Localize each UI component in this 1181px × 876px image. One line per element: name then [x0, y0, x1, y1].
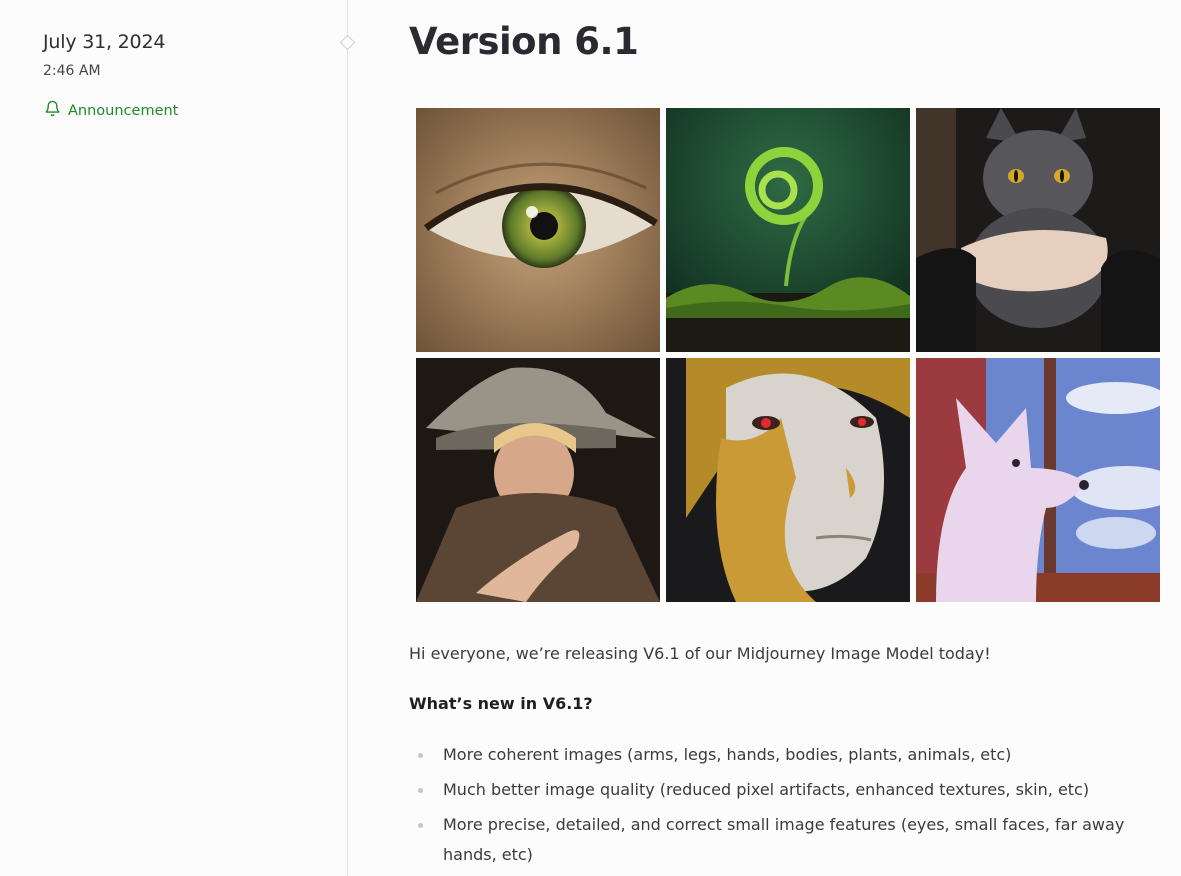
image-grid	[416, 108, 1160, 603]
list-item: More coherent images (arms, legs, hands,…	[409, 740, 1169, 770]
bell-icon	[44, 100, 61, 121]
category-label: Announcement	[68, 102, 179, 119]
category-tag-link[interactable]: Announcement	[44, 100, 178, 121]
image-gold-face[interactable]	[666, 358, 910, 602]
whats-new-heading: What’s new in V6.1?	[409, 694, 593, 713]
timeline-line	[347, 0, 348, 876]
post-meta-sidebar: July 31, 2024 2:46 AM Announcement	[0, 0, 347, 876]
image-pixel-wolf[interactable]	[916, 358, 1160, 602]
image-green-eye[interactable]	[416, 108, 660, 352]
image-witch-portrait[interactable]	[416, 358, 660, 602]
image-fern-sprout[interactable]	[666, 108, 910, 352]
list-item: Much better image quality (reduced pixel…	[409, 775, 1169, 805]
post-date: July 31, 2024	[43, 31, 166, 53]
intro-text: Hi everyone, we’re releasing V6.1 of our…	[409, 644, 991, 663]
list-item: More precise, detailed, and correct smal…	[409, 810, 1169, 870]
feature-list: More coherent images (arms, legs, hands,…	[409, 740, 1169, 875]
post-title: Version 6.1	[409, 20, 639, 63]
post-time: 2:46 AM	[43, 63, 101, 79]
image-gray-cat[interactable]	[916, 108, 1160, 352]
